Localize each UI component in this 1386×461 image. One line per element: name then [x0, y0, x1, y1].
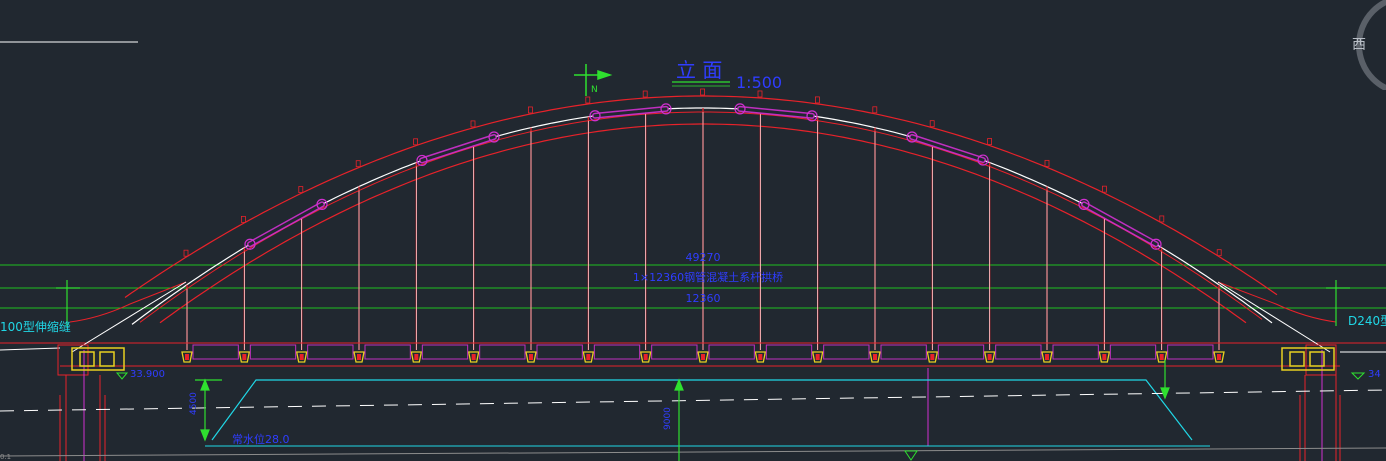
- arch-stud: [815, 96, 820, 104]
- drawing-scale: 1:500: [736, 73, 782, 92]
- arch-stud: [183, 249, 189, 257]
- deck-panel: [651, 344, 698, 360]
- north-mark: N: [591, 85, 598, 95]
- hanger-anchor-core: [987, 354, 992, 360]
- deck-panel: [536, 344, 583, 360]
- hanger-anchor-core: [529, 354, 533, 360]
- elev-mark-right: [1350, 372, 1366, 380]
- arch-stud: [1159, 215, 1165, 223]
- right-joint-label: D240型伸: [1348, 314, 1386, 328]
- hanger-anchor-core: [1045, 354, 1049, 360]
- right-elev-label: 34: [1368, 369, 1381, 380]
- hanger-anchor-core: [1217, 354, 1221, 360]
- deck-panel: [249, 344, 297, 360]
- deck-panel: [364, 344, 411, 360]
- deck-panel: [765, 344, 813, 360]
- deck-panel: [1052, 344, 1099, 360]
- ground-line: [0, 447, 1386, 457]
- cad-canvas[interactable]: N 立 面 1:500 49270 1×12360钢管混凝土系杆拱桥 12360…: [0, 0, 1386, 461]
- elev-mark-left: [115, 372, 129, 380]
- drawing-title: 立 面: [676, 58, 722, 82]
- hanger-anchor-core: [701, 354, 705, 360]
- dim-mid-vert: 9000: [663, 407, 673, 430]
- river-channel: [211, 379, 1193, 441]
- approach-line-left: [0, 347, 61, 351]
- deck-panel: [823, 344, 870, 360]
- arch-stud: [1216, 249, 1222, 257]
- hanger-anchor-core: [873, 354, 877, 360]
- arch-stud: [1102, 185, 1107, 193]
- dim-span-desc: 1×12360钢管混凝土系杆拱桥: [633, 270, 783, 284]
- bed-dashed-line: [0, 389, 1386, 412]
- brace-segment-inner: [1082, 202, 1158, 246]
- hanger-anchor-core: [357, 354, 361, 360]
- arch-stud: [585, 96, 591, 104]
- deck-panel: [995, 344, 1042, 360]
- water-level-label: 常水位28.0: [232, 432, 290, 446]
- hanger-anchor-core: [815, 354, 820, 360]
- arch-stud: [298, 186, 304, 193]
- deck-panel: [192, 344, 239, 360]
- dim-span-inner: 12360: [686, 292, 721, 305]
- bearing-left: [71, 347, 125, 371]
- hanger-anchor-core: [414, 354, 419, 360]
- arch-stud: [528, 106, 533, 114]
- deck-panel: [708, 344, 755, 360]
- hanger-anchor-core: [586, 354, 591, 360]
- arch-stud: [642, 90, 648, 98]
- brace-segment-inner: [248, 202, 324, 246]
- hanger-anchor-core: [643, 354, 648, 360]
- water-mark-center: [904, 450, 918, 461]
- hangers: [181, 108, 1225, 363]
- hanger-anchor-core: [242, 354, 247, 360]
- dim-tick-right: [1326, 280, 1350, 326]
- hanger-anchor-core: [185, 354, 189, 360]
- deck-panel: [593, 344, 641, 360]
- deck-panel: [421, 344, 469, 360]
- arch-stud: [987, 138, 992, 145]
- deck-panel: [307, 344, 354, 360]
- arch-stud: [872, 106, 878, 114]
- corner-mark: 0.1: [0, 453, 11, 461]
- arch-middle-chord: [139, 111, 1263, 323]
- hanger-anchor-core: [1159, 354, 1164, 360]
- arch-stud: [929, 120, 935, 128]
- hanger-anchor-core: [1102, 354, 1107, 360]
- hanger-anchor-core: [930, 354, 935, 360]
- arch-stud: [470, 120, 476, 128]
- left-joint-label: 100型伸缩缝: [0, 319, 71, 334]
- dim-span-total: 49270: [686, 251, 721, 264]
- bearing-right: [1281, 347, 1335, 371]
- arch-stud: [700, 88, 705, 96]
- hanger-anchor-core: [471, 354, 476, 360]
- deck-panel: [937, 344, 985, 360]
- deck-panel: [1167, 344, 1214, 360]
- hanger-anchor-core: [758, 354, 763, 360]
- view-cube-direction[interactable]: 西: [1352, 37, 1366, 53]
- deck-panel: [479, 344, 526, 360]
- bridge-elevation-drawing[interactable]: N 立 面 1:500 49270 1×12360钢管混凝土系杆拱桥 12360…: [0, 0, 1386, 461]
- deck-panel: [1109, 344, 1157, 360]
- pier-left: [57, 344, 106, 461]
- arch-stud: [413, 138, 419, 146]
- arch-stud: [1044, 159, 1050, 167]
- dim-vertical-mid: [674, 378, 684, 461]
- arch-stud: [355, 160, 361, 168]
- dim-left-vert: 4500: [189, 392, 199, 415]
- view-cube[interactable]: 西: [1352, 0, 1386, 90]
- deck-panel: [880, 344, 927, 360]
- arch-stud: [240, 215, 246, 223]
- left-elev-label: 33.900: [130, 369, 165, 380]
- hanger-anchor-core: [299, 354, 304, 360]
